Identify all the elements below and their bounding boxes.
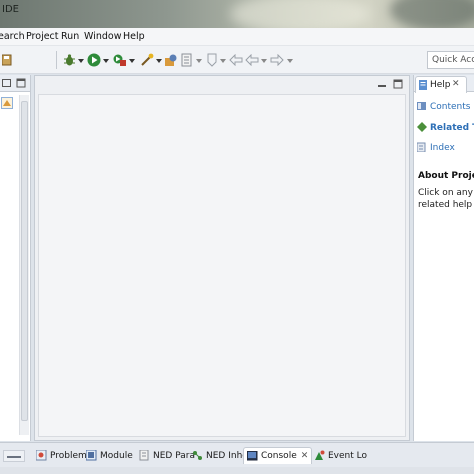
window-title-bar: IDE bbox=[0, 0, 474, 28]
minimize-icon[interactable] bbox=[377, 79, 387, 89]
title-bar-backdrop bbox=[390, 0, 474, 28]
contents-icon bbox=[417, 101, 427, 114]
chevron-down-icon[interactable] bbox=[129, 57, 135, 63]
console-icon bbox=[246, 450, 258, 462]
tab-problems[interactable]: Problem bbox=[35, 447, 87, 464]
build-wand-icon[interactable] bbox=[140, 53, 154, 67]
ned-inheritance-icon bbox=[192, 450, 203, 461]
chevron-down-icon[interactable] bbox=[196, 57, 202, 63]
open-type-icon[interactable] bbox=[164, 53, 178, 67]
help-link-related-topics-label: Related To bbox=[430, 123, 474, 133]
help-section-title: About Project E bbox=[418, 171, 474, 181]
open-resource-icon[interactable] bbox=[180, 53, 194, 67]
tab-console[interactable]: Console ✕ bbox=[243, 447, 313, 464]
event-log-icon bbox=[314, 450, 325, 461]
chevron-down-icon[interactable] bbox=[156, 57, 162, 63]
close-icon[interactable]: ✕ bbox=[452, 79, 460, 89]
left-view-panel bbox=[0, 75, 31, 441]
help-description-line: Click on any wo bbox=[418, 188, 474, 198]
tab-problems-label: Problem bbox=[50, 450, 87, 461]
external-tools-icon[interactable] bbox=[113, 53, 127, 67]
bottom-bar-shade bbox=[0, 467, 474, 474]
help-link-contents-label: Contents bbox=[430, 102, 471, 112]
maximize-icon[interactable] bbox=[393, 79, 403, 89]
editor-canvas[interactable] bbox=[38, 94, 406, 437]
link-with-editor-icon[interactable] bbox=[1, 97, 13, 109]
index-icon bbox=[416, 142, 427, 155]
forward-arrow-icon[interactable] bbox=[270, 53, 284, 67]
module-icon bbox=[85, 449, 97, 461]
tab-help-label: Help bbox=[430, 80, 451, 90]
chevron-down-icon[interactable] bbox=[78, 57, 84, 63]
help-link-index[interactable]: Index bbox=[416, 142, 455, 155]
chevron-down-icon[interactable] bbox=[103, 57, 109, 63]
main-toolbar: Quick Access bbox=[0, 46, 474, 74]
related-topics-icon bbox=[417, 122, 427, 135]
help-link-contents[interactable]: Contents bbox=[417, 101, 470, 114]
title-bar-backdrop bbox=[230, 0, 370, 28]
editor-area bbox=[34, 75, 410, 441]
help-view-panel: Help ✕ Contents Related To Index About P… bbox=[413, 75, 474, 441]
last-edit-location-icon[interactable] bbox=[229, 53, 243, 67]
help-icon bbox=[419, 80, 428, 93]
window-title: IDE bbox=[2, 4, 19, 15]
menu-run[interactable]: Run bbox=[61, 31, 79, 42]
tab-module[interactable]: Module bbox=[85, 447, 133, 464]
menu-window[interactable]: Window bbox=[84, 31, 121, 42]
help-link-index-label: Index bbox=[430, 143, 455, 153]
chevron-down-icon[interactable] bbox=[287, 57, 293, 63]
tab-console-label: Console bbox=[261, 451, 297, 461]
debug-icon[interactable] bbox=[62, 53, 76, 67]
tab-ned-inheritance[interactable]: NED Inhe bbox=[192, 447, 248, 464]
next-annotation-icon[interactable] bbox=[205, 53, 219, 67]
restore-view-button[interactable] bbox=[3, 450, 25, 462]
tab-ned-parameters-label: NED Para bbox=[153, 450, 195, 461]
tab-module-label: Module bbox=[100, 450, 133, 461]
tab-ned-inheritance-label: NED Inhe bbox=[206, 450, 248, 461]
minimize-icon[interactable] bbox=[2, 79, 11, 87]
chevron-down-icon[interactable] bbox=[220, 57, 226, 63]
restore-bar-icon bbox=[7, 456, 21, 458]
chevron-down-icon[interactable] bbox=[261, 57, 267, 63]
menu-search[interactable]: earch bbox=[0, 31, 25, 42]
left-view-header bbox=[0, 75, 30, 92]
close-icon[interactable]: ✕ bbox=[301, 451, 309, 461]
maximize-icon[interactable] bbox=[16, 78, 26, 88]
save-all-icon[interactable] bbox=[0, 53, 14, 67]
back-arrow-icon[interactable] bbox=[245, 53, 259, 67]
help-link-related-topics[interactable]: Related To bbox=[417, 122, 474, 135]
problems-icon bbox=[35, 449, 47, 461]
menu-project[interactable]: Project bbox=[26, 31, 59, 42]
quick-access-input[interactable]: Quick Access bbox=[427, 51, 474, 69]
tab-event-log-label: Event Lo bbox=[328, 450, 368, 461]
help-description-line: related help top bbox=[418, 200, 474, 210]
menu-help[interactable]: Help bbox=[123, 31, 145, 42]
tab-help[interactable]: Help ✕ bbox=[415, 76, 467, 93]
menu-bar: earch Project Run Window Help bbox=[0, 28, 474, 46]
help-view-tabbar: Help ✕ bbox=[414, 75, 474, 93]
toolbar-separator bbox=[56, 51, 57, 69]
run-icon[interactable] bbox=[87, 53, 101, 67]
tab-event-log[interactable]: Event Lo bbox=[314, 447, 367, 464]
scrollbar-thumb[interactable] bbox=[21, 101, 28, 421]
bottom-view-tabbar: Problem Module NED Para NED Inhe Console… bbox=[0, 442, 474, 474]
tab-ned-parameters[interactable]: NED Para bbox=[139, 447, 195, 464]
ned-parameters-icon bbox=[139, 449, 150, 461]
vertical-scrollbar[interactable] bbox=[19, 95, 29, 435]
